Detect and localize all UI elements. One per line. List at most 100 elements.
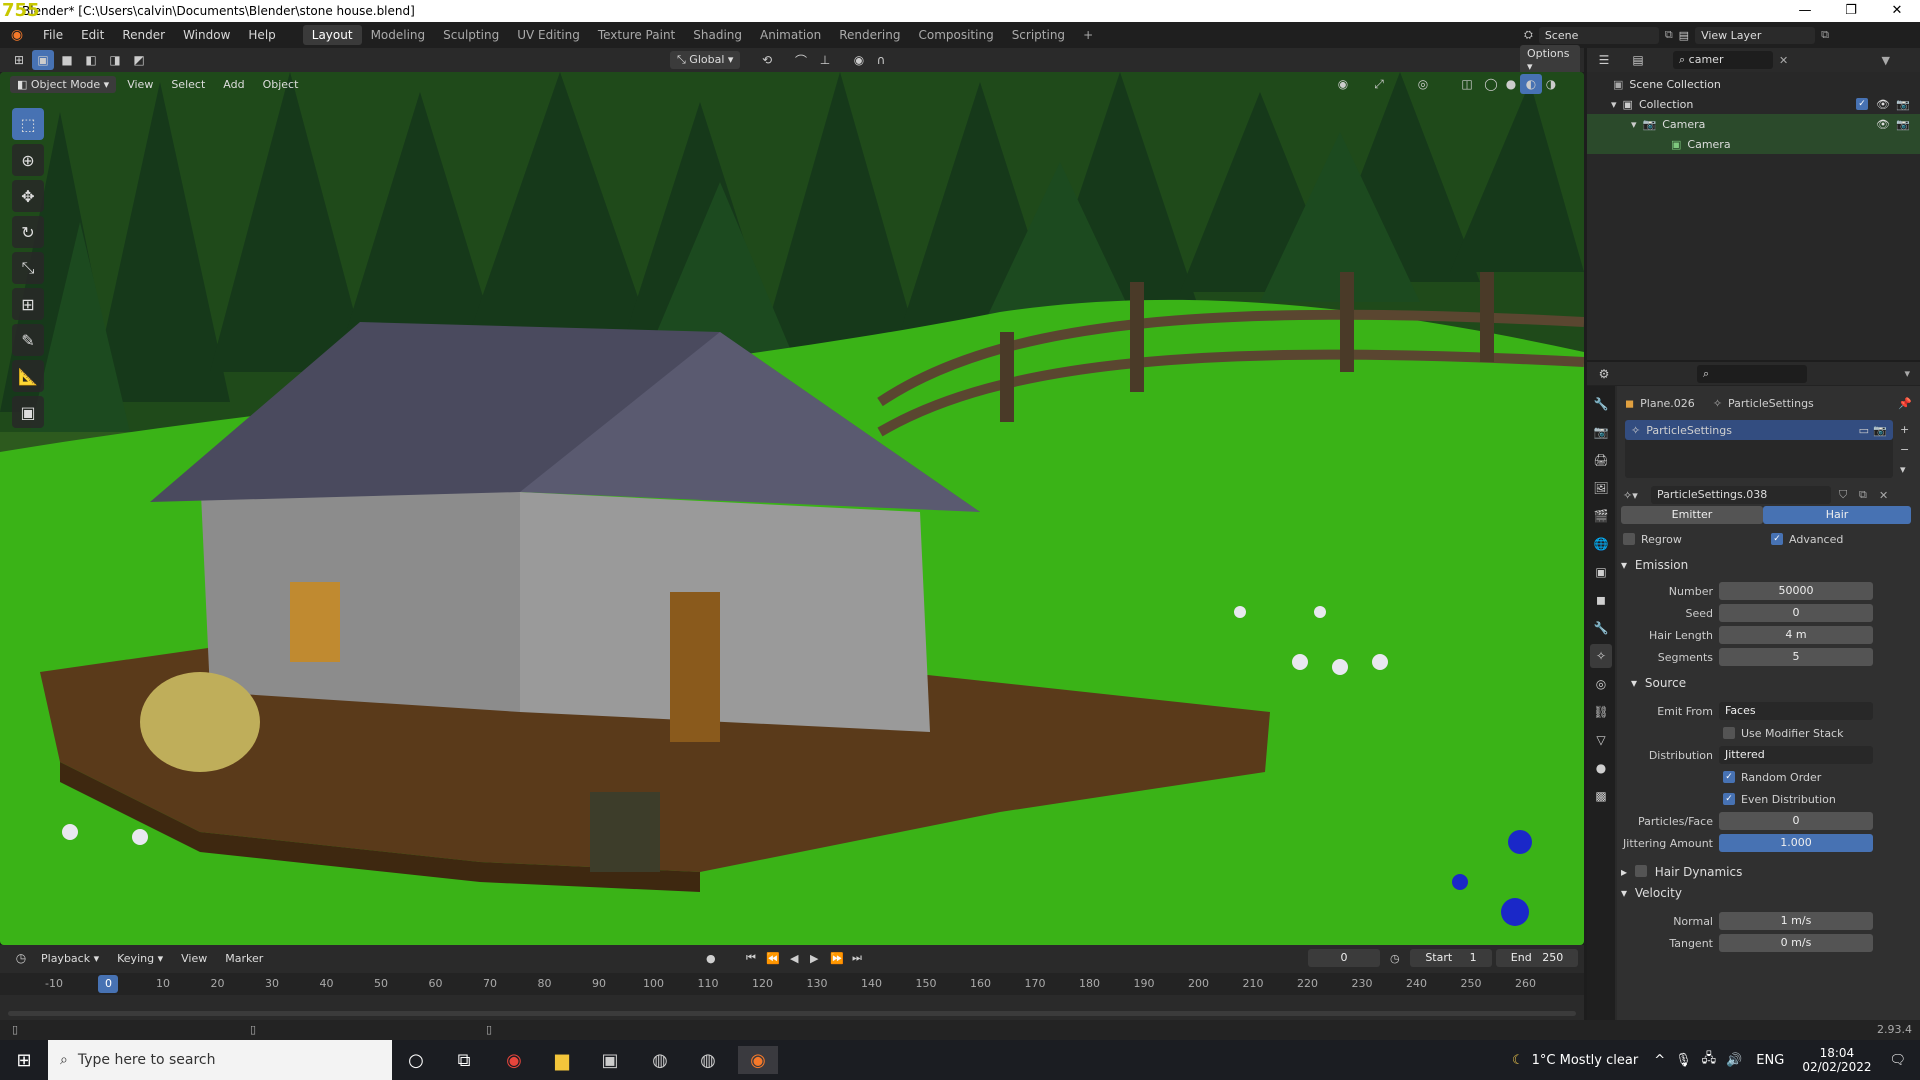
- show-viewport-icon[interactable]: ▭: [1859, 424, 1869, 437]
- jump-keyframe-forward-icon[interactable]: ⏩: [830, 952, 844, 965]
- select-mode-extend-icon[interactable]: ◧: [80, 50, 102, 70]
- emitter-type-button[interactable]: Emitter: [1621, 506, 1763, 524]
- notifications-icon[interactable]: 🗨: [1889, 1053, 1906, 1068]
- weather-text[interactable]: 1°C Mostly clear: [1532, 1053, 1639, 1068]
- hair-dynamics-checkbox[interactable]: [1634, 865, 1647, 877]
- play-icon[interactable]: ▶: [810, 952, 818, 965]
- use-modifier-stack-checkbox[interactable]: [1723, 727, 1735, 739]
- menu-edit[interactable]: Edit: [72, 28, 113, 42]
- constraints-tab-icon[interactable]: ⛓: [1590, 700, 1612, 724]
- tangent-field[interactable]: 0 m/s: [1719, 934, 1873, 952]
- collection-visibility-icon[interactable]: 👁: [1876, 98, 1890, 111]
- output-tab-icon[interactable]: 🖨: [1590, 448, 1612, 472]
- segments-field[interactable]: 5: [1719, 648, 1873, 666]
- outliner-row-camera-object[interactable]: ▾ 📷 Camera 👁 📷: [1587, 114, 1920, 134]
- select-mode-subtract-icon[interactable]: ◨: [104, 50, 126, 70]
- number-field[interactable]: 50000: [1719, 582, 1873, 600]
- tab-rendering[interactable]: Rendering: [830, 25, 909, 45]
- chrome-icon[interactable]: ◉: [494, 1046, 534, 1074]
- pivot-point-icon[interactable]: ⟲: [756, 50, 778, 70]
- unlink-icon[interactable]: ✕: [1879, 489, 1888, 502]
- velocity-header[interactable]: ▾ Velocity: [1617, 886, 1682, 900]
- properties-options-icon[interactable]: ▾: [1904, 367, 1910, 380]
- hair-type-button[interactable]: Hair: [1763, 506, 1911, 524]
- visibility-icon[interactable]: ◉: [1332, 74, 1354, 94]
- network-icon[interactable]: 🖧: [1702, 1049, 1717, 1071]
- duplicate-icon[interactable]: ⧉: [1859, 488, 1867, 502]
- material-shading-icon[interactable]: ◐: [1520, 74, 1542, 94]
- view-menu-timeline[interactable]: View: [174, 950, 214, 967]
- gizmo-icon[interactable]: ⤢: [1368, 74, 1390, 94]
- jump-keyframe-back-icon[interactable]: ⏪: [766, 952, 780, 965]
- end-frame-field[interactable]: End 250: [1496, 949, 1578, 967]
- preview-range-icon[interactable]: ◷: [1390, 952, 1400, 965]
- emission-header[interactable]: ▾ Emission: [1617, 558, 1688, 572]
- tab-uv-editing[interactable]: UV Editing: [508, 25, 589, 45]
- emit-from-dropdown[interactable]: Faces: [1719, 702, 1873, 720]
- tab-animation[interactable]: Animation: [751, 25, 830, 45]
- material-tab-icon[interactable]: ●: [1590, 756, 1612, 780]
- transform-orientation-dropdown[interactable]: ⤡ Global ▾: [670, 51, 741, 69]
- remove-slot-icon[interactable]: −: [1900, 440, 1909, 460]
- outliner-search-input[interactable]: ⌕ camer: [1673, 51, 1773, 69]
- view-layer-icon[interactable]: ▤: [1679, 29, 1689, 42]
- timeline-editor-type-icon[interactable]: ◷: [10, 948, 32, 968]
- fake-user-icon[interactable]: ⛉: [1839, 488, 1847, 502]
- tab-sculpting[interactable]: Sculpting: [434, 25, 508, 45]
- current-frame-field[interactable]: 0: [1308, 949, 1380, 967]
- frame-ruler[interactable]: -10 0 10 20 30 40 50 60 70 80 90 100 110 120 130 140 150…: [0, 973, 1584, 995]
- jump-end-icon[interactable]: ⏭: [852, 951, 862, 965]
- measure-tool-icon[interactable]: 📐: [12, 360, 44, 392]
- snap-target-icon[interactable]: ⊥: [814, 50, 836, 70]
- clear-search-icon[interactable]: ✕: [1779, 54, 1788, 67]
- camera-render-icon[interactable]: 📷: [1896, 118, 1910, 131]
- show-render-icon[interactable]: 📷: [1873, 424, 1887, 437]
- xray-icon[interactable]: ◫: [1456, 74, 1478, 94]
- store-icon[interactable]: ▣: [590, 1046, 630, 1074]
- rendered-shading-icon[interactable]: ◑: [1540, 74, 1562, 94]
- regrow-checkbox[interactable]: [1623, 533, 1635, 545]
- 3d-viewport[interactable]: [0, 72, 1584, 945]
- hair-length-field[interactable]: 4 m: [1719, 626, 1873, 644]
- modifier-tab-icon[interactable]: 🔧: [1590, 616, 1612, 640]
- texture-tab-icon[interactable]: ▩: [1590, 784, 1612, 808]
- windows-start-icon[interactable]: ⊞: [4, 1046, 44, 1074]
- start-frame-field[interactable]: Start 1: [1410, 949, 1492, 967]
- datablock-name[interactable]: ParticleSettings.038: [1651, 486, 1831, 504]
- auto-keying-icon[interactable]: ●: [706, 952, 716, 965]
- tab-texture-paint[interactable]: Texture Paint: [589, 25, 684, 45]
- particle-system-item[interactable]: ✧ ParticleSettings ▭ 📷: [1625, 420, 1893, 440]
- jittering-field[interactable]: 1.000: [1719, 834, 1873, 852]
- camera-visibility-icon[interactable]: 👁: [1876, 118, 1890, 131]
- scale-tool-icon[interactable]: ⤡: [12, 252, 44, 284]
- language-indicator[interactable]: ENG: [1756, 1053, 1784, 1068]
- microphone-icon[interactable]: 🎙: [1675, 1053, 1692, 1068]
- select-mode-intersect-icon[interactable]: ◩: [128, 50, 150, 70]
- pin-icon[interactable]: 📌: [1898, 397, 1912, 410]
- steam-icon[interactable]: ◍: [640, 1046, 680, 1074]
- display-mode-icon[interactable]: ▤: [1627, 50, 1649, 70]
- physics-tab-icon[interactable]: ◎: [1590, 672, 1612, 696]
- outliner-editor-type-icon[interactable]: ☰: [1593, 50, 1615, 70]
- collection-render-icon[interactable]: 📷: [1896, 98, 1910, 111]
- properties-search-input[interactable]: ⌕: [1697, 364, 1807, 383]
- clock[interactable]: 18:04 02/02/2022: [1802, 1046, 1871, 1074]
- source-header[interactable]: ▾ Source: [1631, 676, 1686, 690]
- menu-file[interactable]: File: [34, 28, 72, 42]
- outliner-row-camera-data[interactable]: ▣ Camera: [1587, 134, 1920, 154]
- slot-menu-icon[interactable]: ▾: [1900, 460, 1909, 480]
- collection-tab-icon[interactable]: ▣: [1590, 560, 1612, 584]
- close-button[interactable]: ✕: [1874, 0, 1920, 22]
- select-tool-icon[interactable]: ⬚: [12, 108, 44, 140]
- view-menu[interactable]: View: [120, 76, 160, 93]
- advanced-checkbox[interactable]: ✓: [1771, 533, 1783, 545]
- options-dropdown[interactable]: Options ▾: [1520, 45, 1580, 75]
- timeline-scrollbar[interactable]: [8, 1011, 1576, 1016]
- play-reverse-icon[interactable]: ◀: [790, 952, 798, 965]
- select-mode-new-icon[interactable]: ■: [56, 50, 78, 70]
- object-mode-dropdown[interactable]: ◧ Object Mode ▾: [10, 75, 117, 93]
- maximize-button[interactable]: ❐: [1828, 0, 1874, 22]
- taskbar-search[interactable]: ⌕ Type here to search: [48, 1040, 392, 1080]
- hair-dynamics-header[interactable]: ▸ Hair Dynamics: [1617, 864, 1742, 879]
- tab-modeling[interactable]: Modeling: [362, 25, 435, 45]
